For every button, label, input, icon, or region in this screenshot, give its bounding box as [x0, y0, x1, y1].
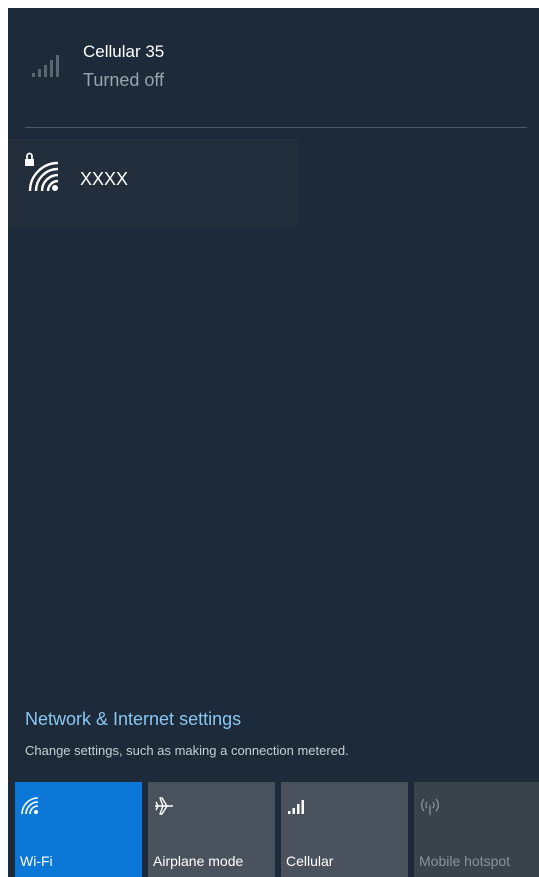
list-divider [25, 127, 527, 128]
network-settings-link[interactable]: Network & Internet settings [25, 709, 241, 730]
airplane-mode-tile-label: Airplane mode [153, 853, 244, 869]
mobile-hotspot-tile-label: Mobile hotspot [419, 853, 511, 869]
cellular-tile-label: Cellular [286, 853, 334, 869]
cellular-connection-item[interactable]: Cellular 35 Turned off [8, 8, 539, 126]
airplane-icon [153, 796, 175, 816]
wifi-network-item[interactable]: XXXX [8, 139, 298, 227]
airplane-mode-tile[interactable]: Airplane mode [148, 782, 275, 877]
secured-wifi-icon [24, 151, 64, 195]
wifi-toggle-tile[interactable]: Wi-Fi [15, 782, 142, 877]
cellular-connection-name: Cellular 35 [83, 42, 165, 61]
signal-bars-icon [32, 52, 62, 78]
cellular-connection-status: Turned off [83, 70, 165, 90]
network-flyout: Cellular 35 Turned off XXXX Network & In… [8, 8, 539, 877]
cellular-icon [286, 796, 308, 816]
network-settings-description: Change settings, such as making a connec… [25, 743, 349, 758]
quick-actions: Wi-Fi Airplane mode Cellular Mobile hots… [15, 782, 539, 877]
wifi-network-name: XXXX [80, 169, 129, 189]
wifi-tile-label: Wi-Fi [20, 853, 53, 869]
mobile-hotspot-tile[interactable]: Mobile hotspot [414, 782, 539, 877]
wifi-icon [20, 796, 42, 816]
cellular-tile[interactable]: Cellular [281, 782, 408, 877]
hotspot-icon [419, 796, 441, 816]
